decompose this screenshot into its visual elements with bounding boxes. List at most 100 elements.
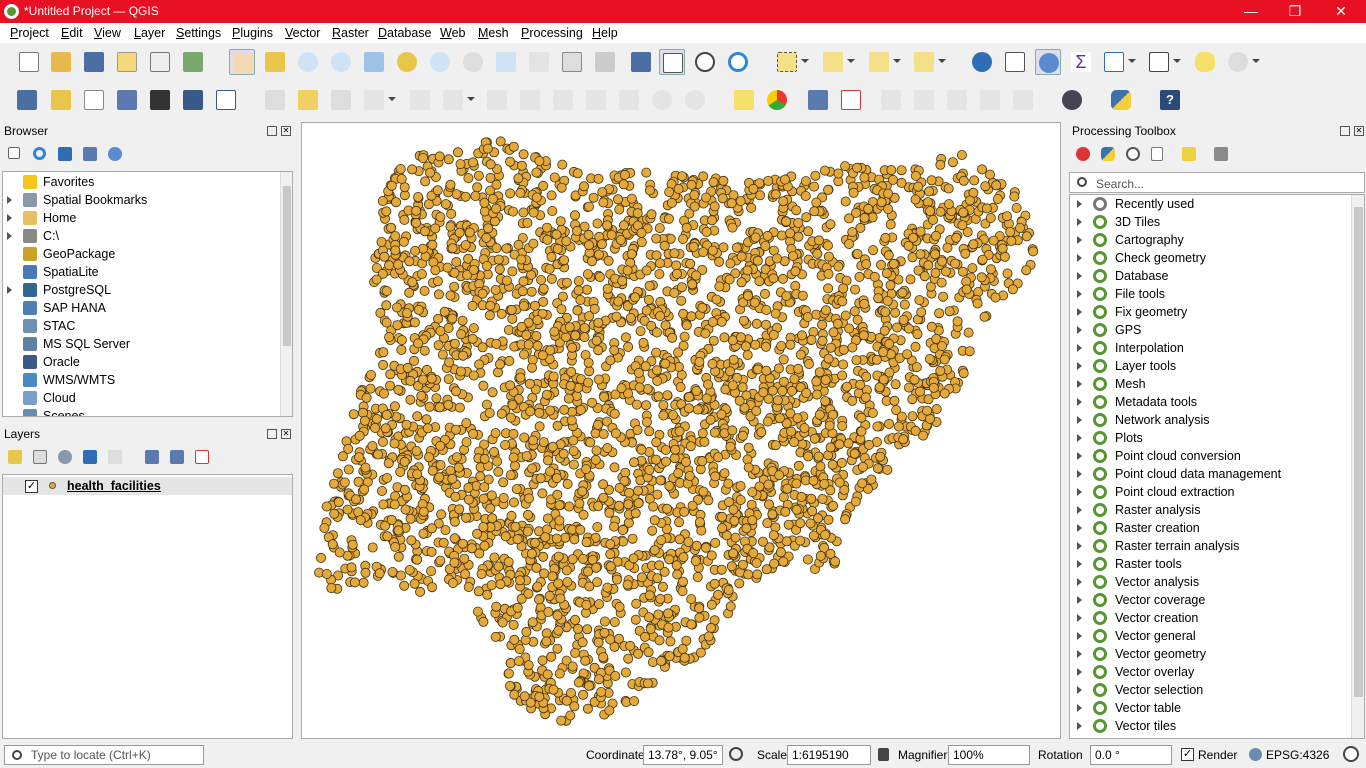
- expand-arrow-icon[interactable]: [7, 196, 12, 204]
- browser-scrollbar[interactable]: [280, 172, 292, 416]
- close-panel-button[interactable]: ✕: [281, 429, 291, 439]
- select-by-value-button[interactable]: [820, 49, 855, 75]
- attribute-table-button[interactable]: [1002, 49, 1028, 75]
- remove-layer-button[interactable]: [191, 446, 217, 472]
- expand-arrow-icon[interactable]: [1077, 362, 1082, 370]
- show-hide-label-button[interactable]: [911, 87, 937, 113]
- modify-attributes-button[interactable]: [440, 87, 475, 113]
- toolbox-group[interactable]: Vector tiles: [1070, 717, 1350, 735]
- toolbox-group[interactable]: Point cloud conversion: [1070, 447, 1350, 465]
- menu-web[interactable]: Web: [440, 26, 465, 40]
- toolbox-group[interactable]: Vector analysis: [1070, 573, 1350, 591]
- toolbox-group[interactable]: Metadata tools: [1070, 393, 1350, 411]
- toolbox-group[interactable]: Vector selection: [1070, 681, 1350, 699]
- new-print-layout-button[interactable]: [114, 49, 140, 75]
- expand-arrow-icon[interactable]: [1077, 686, 1082, 694]
- zoom-next-button[interactable]: [526, 49, 552, 75]
- toolbox-group[interactable]: Vector creation: [1070, 609, 1350, 627]
- menu-view[interactable]: View: [94, 26, 121, 40]
- filter-browser-button[interactable]: [54, 143, 80, 169]
- expand-arrow-icon[interactable]: [1077, 398, 1082, 406]
- close-panel-button[interactable]: ✕: [281, 126, 291, 136]
- identify-button[interactable]: [969, 49, 995, 75]
- save-project-button[interactable]: [81, 49, 107, 75]
- toggle-extents-icon[interactable]: [729, 747, 743, 761]
- browser-item[interactable]: Home: [3, 209, 279, 227]
- expand-arrow-icon[interactable]: [1077, 434, 1082, 442]
- zoom-last-button[interactable]: [493, 49, 519, 75]
- toolbox-group[interactable]: Recently used: [1070, 195, 1350, 213]
- models-button[interactable]: [1072, 143, 1098, 169]
- expand-arrow-icon[interactable]: [1077, 650, 1082, 658]
- add-group-button[interactable]: [29, 446, 55, 472]
- browser-item[interactable]: MS SQL Server: [3, 335, 279, 353]
- new-bookmark-button[interactable]: [628, 49, 654, 75]
- minimize-button[interactable]: —: [1228, 0, 1274, 23]
- plugin-manager-button[interactable]: [1059, 87, 1085, 113]
- rotate-label-button[interactable]: [977, 87, 1003, 113]
- menu-raster[interactable]: Raster: [332, 26, 369, 40]
- menu-mesh[interactable]: Mesh: [478, 26, 509, 40]
- expand-arrow-icon[interactable]: [7, 214, 12, 222]
- expand-arrow-icon[interactable]: [1077, 632, 1082, 640]
- change-label-button[interactable]: [1010, 87, 1036, 113]
- close-panel-button[interactable]: ✕: [1354, 126, 1364, 136]
- toolbox-scrollbar[interactable]: [1351, 195, 1364, 738]
- restore-button[interactable]: ❐: [1272, 0, 1318, 23]
- chevron-down-icon[interactable]: [467, 97, 475, 101]
- expand-arrow-icon[interactable]: [1077, 380, 1082, 388]
- edit-attributes-button[interactable]: [484, 87, 510, 113]
- menu-vector[interactable]: Vector: [285, 26, 320, 40]
- menu-layer[interactable]: Layer: [134, 26, 165, 40]
- toolbox-group[interactable]: Interpolation: [1070, 339, 1350, 357]
- toolbox-search-input[interactable]: Search...: [1069, 172, 1365, 193]
- chevron-down-icon[interactable]: [1173, 59, 1181, 63]
- zoom-out-button[interactable]: [328, 49, 354, 75]
- chevron-down-icon[interactable]: [388, 97, 396, 101]
- select-features-button[interactable]: [774, 49, 809, 75]
- menu-processing[interactable]: Processing: [521, 26, 583, 40]
- pan-to-selection-button[interactable]: [262, 49, 288, 75]
- python-console-button[interactable]: [1108, 87, 1134, 113]
- toolbox-group[interactable]: Point cloud data management: [1070, 465, 1350, 483]
- crs-globe-icon[interactable]: [1249, 748, 1262, 761]
- delete-selected-button[interactable]: [517, 87, 543, 113]
- results-viewer-button[interactable]: [1147, 143, 1173, 169]
- layer-row[interactable]: ✓ health_facilities: [3, 477, 292, 495]
- expand-all-button[interactable]: [141, 446, 167, 472]
- add-virtual-layer-button[interactable]: [180, 87, 206, 113]
- temporal-controller-button[interactable]: [692, 49, 718, 75]
- expand-arrow-icon[interactable]: [1077, 218, 1082, 226]
- open-project-button[interactable]: [48, 49, 74, 75]
- browser-item[interactable]: Favorites: [3, 173, 279, 191]
- style-manager-button[interactable]: [180, 49, 206, 75]
- toolbox-group[interactable]: Check geometry: [1070, 249, 1350, 267]
- refresh-button[interactable]: [725, 49, 751, 75]
- vertex-tool-button[interactable]: [407, 87, 433, 113]
- scripts-button[interactable]: [1097, 143, 1123, 169]
- expand-arrow-icon[interactable]: [1077, 290, 1082, 298]
- crs-label[interactable]: EPSG:4326: [1266, 748, 1329, 762]
- toolbox-group[interactable]: Vector table: [1070, 699, 1350, 717]
- open-table-button[interactable]: [1101, 49, 1136, 75]
- properties-button[interactable]: [104, 143, 130, 169]
- layer-labeling-button[interactable]: [731, 87, 757, 113]
- expand-arrow-icon[interactable]: [1077, 308, 1082, 316]
- scale-combobox[interactable]: 1:6195190: [787, 745, 871, 765]
- toolbox-group[interactable]: Vector coverage: [1070, 591, 1350, 609]
- toolbox-group[interactable]: GPS: [1070, 321, 1350, 339]
- expand-arrow-icon[interactable]: [1077, 326, 1082, 334]
- zoom-in-button[interactable]: [295, 49, 321, 75]
- undo-button[interactable]: [649, 87, 675, 113]
- layer-name[interactable]: health_facilities: [67, 479, 161, 493]
- expand-arrow-icon[interactable]: [1077, 722, 1082, 730]
- filter-by-expression-button[interactable]: [104, 446, 130, 472]
- help-button[interactable]: ?: [1157, 87, 1183, 113]
- menu-project[interactable]: Project: [10, 26, 49, 40]
- browser-item[interactable]: SAP HANA: [3, 299, 279, 317]
- zoom-to-layer-button[interactable]: [427, 49, 453, 75]
- messages-icon[interactable]: [1343, 746, 1359, 762]
- rotation-spinbox[interactable]: 0.0 °: [1090, 745, 1172, 765]
- expand-arrow-icon[interactable]: [1077, 470, 1082, 478]
- chevron-down-icon[interactable]: [801, 59, 809, 63]
